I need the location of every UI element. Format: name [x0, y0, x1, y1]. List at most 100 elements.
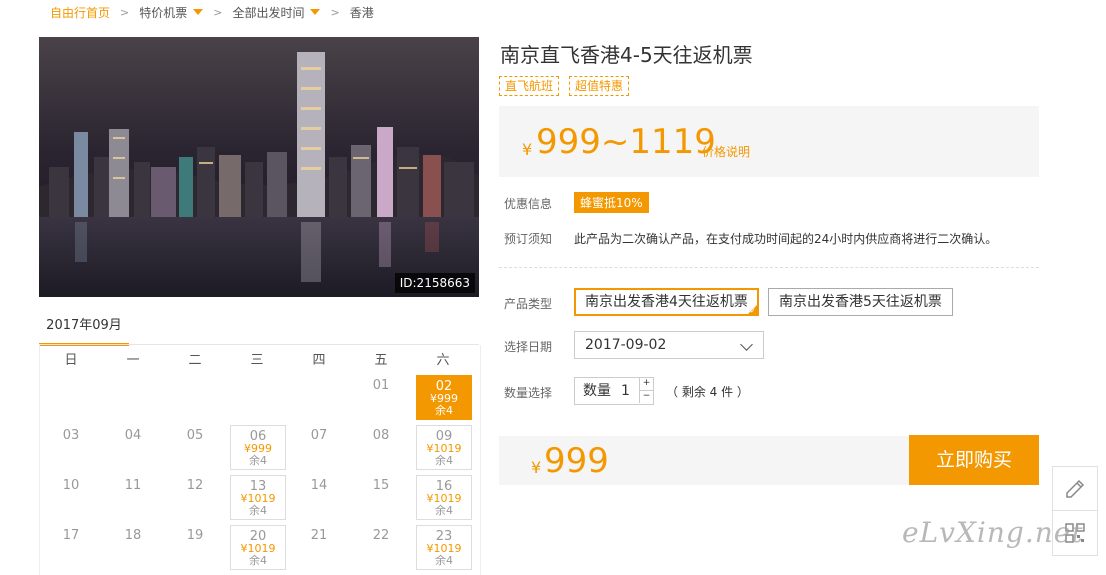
price-panel: ¥ 999~1119 价格说明: [499, 106, 1039, 177]
calendar-day: 11: [102, 471, 164, 521]
notice-text: 此产品为二次确认产品，在支付成功时间起的24小时内供应商将进行二次确认。: [574, 232, 998, 246]
promo-badge: 蜂蜜抵10%: [574, 192, 649, 213]
product-type-label: 产品类型: [504, 297, 553, 311]
calendar-day-available[interactable]: 02 ¥999 余4: [412, 371, 474, 421]
calendar-day-number: 17: [62, 528, 80, 543]
chevron-down-icon: [740, 338, 753, 351]
quantity-value[interactable]: 1: [621, 378, 630, 404]
calendar-day-remaining: 余4: [435, 404, 453, 417]
calendar-day-box: 16 ¥1019 余4: [416, 475, 472, 520]
calendar-week-row: 17 18 19 20 ¥1019 余4 21 22 23 ¥1019 余4: [40, 521, 480, 571]
buy-now-button[interactable]: 立即购买: [909, 435, 1039, 485]
calendar-day-available[interactable]: 16 ¥1019 余4: [412, 471, 474, 521]
pencil-icon: [1066, 479, 1085, 498]
calendar-empty-cell: [226, 371, 288, 421]
calendar-empty-cell: [40, 371, 102, 421]
product-tags: 直飞航班 超值特惠: [499, 76, 630, 96]
calendar-day-available[interactable]: 13 ¥1019 余4: [226, 471, 288, 521]
hong-kong-skyline-photo: ID:2158663: [39, 37, 479, 297]
calendar-month-tab[interactable]: 2017年09月: [39, 317, 129, 346]
calendar-day: 21: [288, 521, 350, 571]
calendar-day-box: 20 ¥1019 余4: [230, 525, 286, 570]
price-range: 999~1119: [536, 122, 716, 162]
calendar-day-number: 08: [372, 428, 390, 443]
option-4-day-ticket[interactable]: 南京出发香港4天往返机票 ✓: [574, 288, 759, 316]
calendar-day-number: 23: [435, 529, 453, 544]
calendar-day-box: 02 ¥999 余4: [416, 375, 472, 420]
calendar-day-number: 09: [435, 429, 453, 444]
calendar-weekday-header: 日一二三四五六: [40, 345, 480, 371]
calendar-day: 15: [350, 471, 412, 521]
tag-direct-flight: 直飞航班: [499, 76, 560, 96]
chevron-right-icon: >: [120, 5, 130, 19]
date-select[interactable]: 2017-09-02: [574, 331, 764, 359]
calendar-day-remaining: 余4: [249, 504, 267, 517]
tag-special-deal: 超值特惠: [569, 76, 630, 96]
calendar-day-remaining: 余4: [435, 454, 453, 467]
feedback-button[interactable]: [1052, 466, 1098, 512]
price-explanation-link[interactable]: 价格说明: [702, 143, 750, 160]
calendar-day-number: 15: [372, 478, 390, 493]
weekday-label: 日: [64, 352, 78, 368]
weekday-label: 三: [250, 352, 264, 368]
weekday-label: 一: [126, 352, 140, 368]
calendar-day-number: 03: [62, 428, 80, 443]
calendar-day: 14: [288, 471, 350, 521]
calendar-day: 12: [164, 471, 226, 521]
breadcrumb-departure-dropdown[interactable]: 全部出发时间: [232, 4, 321, 21]
breadcrumb-category-dropdown[interactable]: 特价机票: [139, 4, 204, 21]
breadcrumb-category-label: 特价机票: [139, 5, 188, 20]
calendar-day-available[interactable]: 20 ¥1019 余4: [226, 521, 288, 571]
breadcrumb-home-link[interactable]: 自由行首页: [50, 4, 110, 21]
calendar-day-available[interactable]: 06 ¥999 余4: [226, 421, 288, 471]
calendar-day-number: 10: [62, 478, 80, 493]
date-label: 选择日期: [504, 340, 553, 354]
calendar-day-number: 06: [249, 429, 267, 444]
quantity-decrease-button[interactable]: −: [639, 391, 653, 403]
calendar-day-number: 12: [186, 478, 204, 493]
calendar-day-number: 21: [310, 528, 328, 543]
calendar-day-number: 05: [186, 428, 204, 443]
photo-id-label: ID:2158663: [394, 273, 475, 293]
calendar-day: 04: [102, 421, 164, 471]
calendar-day-number: 19: [186, 528, 204, 543]
calendar-day: 18: [102, 521, 164, 571]
calendar-day-number: 13: [249, 479, 267, 494]
price-currency: ¥: [522, 140, 533, 159]
calendar-week-row: 03 04 05 06 ¥999 余4 07 08 09 ¥1019 余4: [40, 421, 480, 471]
calendar-week-row: 01 02 ¥999 余4: [40, 371, 480, 421]
option-5-day-ticket[interactable]: 南京出发香港5天往返机票: [768, 288, 953, 316]
calendar-day-number: 16: [435, 479, 453, 494]
calendar-day: 17: [40, 521, 102, 571]
calendar-empty-cell: [102, 371, 164, 421]
calendar-day-remaining: 余4: [249, 554, 267, 567]
chevron-right-icon: >: [330, 5, 340, 19]
quantity-prefix: 数量: [583, 383, 611, 399]
quantity-increase-button[interactable]: +: [639, 378, 653, 391]
chevron-right-icon: >: [213, 5, 223, 19]
quantity-stepper: 数量 1 + −: [574, 377, 654, 405]
quantity-label: 数量选择: [504, 386, 553, 400]
calendar-day-available[interactable]: 23 ¥1019 余4: [412, 521, 474, 571]
total-price: 999: [544, 441, 609, 481]
calendar-day-available[interactable]: 09 ¥1019 余4: [412, 421, 474, 471]
calendar-day-number: 18: [124, 528, 142, 543]
skyline-illustration: [39, 37, 479, 297]
calendar-day: 19: [164, 521, 226, 571]
product-title: 南京直飞香港4-5天往返机票: [500, 43, 753, 67]
calendar-day-remaining: 余4: [435, 554, 453, 567]
calendar-day-number: 11: [124, 478, 142, 493]
calendar-day-box: 13 ¥1019 余4: [230, 475, 286, 520]
departure-calendar: 日 一 二 三 四 五 六 01 02 ¥999 余4 03 04 05 06 ¥999 余4 07 08 09 ¥1…: [39, 345, 481, 575]
option-4-day-label: 南京出发香港4天往返机票: [585, 294, 748, 310]
dropdown-triangle-icon: [193, 9, 204, 15]
weekday-label: 六: [436, 352, 450, 368]
dropdown-triangle-icon: [310, 9, 321, 15]
calendar-empty-cell: [288, 371, 350, 421]
breadcrumb: 自由行首页 > 特价机票 > 全部出发时间 > 香港: [50, 4, 374, 20]
calendar-day: 08: [350, 421, 412, 471]
calendar-day-number: 04: [124, 428, 142, 443]
notice-label: 预订须知: [504, 232, 553, 246]
breadcrumb-departure-label: 全部出发时间: [232, 5, 305, 20]
calendar-day-number: 22: [372, 528, 390, 543]
